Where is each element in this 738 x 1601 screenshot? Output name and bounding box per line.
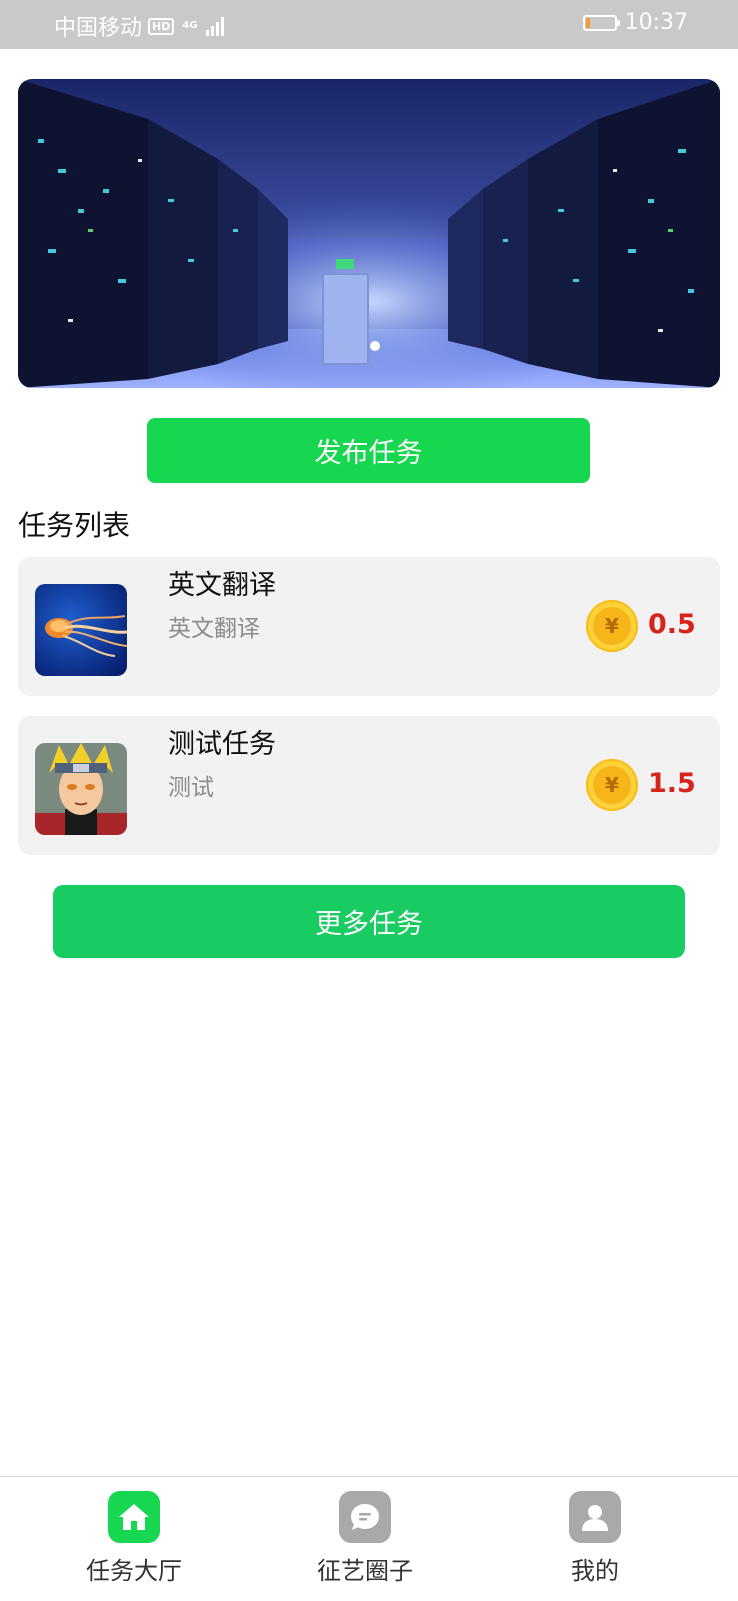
more-tasks-button[interactable]: 更多任务	[53, 885, 685, 958]
banner-carousel[interactable]	[18, 79, 720, 388]
home-icon	[108, 1491, 160, 1543]
tab-label: 任务大厅	[86, 1557, 182, 1585]
task-card[interactable]: 测试任务 测试 ¥ 1.5	[18, 716, 720, 855]
carrier-info: 中国移动 HD 4G	[54, 10, 224, 42]
hd-badge: HD	[148, 17, 175, 35]
task-thumbnail	[35, 584, 127, 676]
task-description: 英文翻译	[168, 616, 260, 642]
carousel-indicator-dot[interactable]	[370, 341, 380, 351]
coin-icon: ¥	[586, 600, 638, 652]
publish-task-button[interactable]: 发布任务	[147, 418, 590, 483]
coin-icon: ¥	[586, 759, 638, 811]
bottom-tab-bar: 任务大厅 征艺圈子 我的	[0, 1476, 738, 1601]
task-reward: 1.5	[648, 768, 696, 799]
carrier-name: 中国移动	[54, 16, 143, 41]
tab-circle[interactable]: 征艺圈子	[265, 1491, 465, 1586]
coin-symbol: ¥	[593, 607, 631, 645]
status-bar: 中国移动 HD 4G 10:37	[0, 0, 738, 49]
tab-label: 征艺圈子	[317, 1557, 413, 1585]
section-title: 任务列表	[18, 509, 131, 542]
task-reward: 0.5	[648, 609, 696, 640]
tab-mine[interactable]: 我的	[495, 1491, 695, 1586]
task-description: 测试	[168, 775, 214, 801]
tab-label: 我的	[571, 1557, 619, 1585]
task-title: 测试任务	[168, 729, 276, 760]
coin-symbol: ¥	[593, 766, 631, 804]
network-type: 4G	[182, 20, 198, 31]
user-icon	[569, 1491, 621, 1543]
task-title: 英文翻译	[168, 570, 276, 601]
battery-icon	[582, 14, 620, 31]
tab-task-hall[interactable]: 任务大厅	[34, 1491, 234, 1586]
anime-character-image	[35, 743, 127, 835]
chat-icon	[339, 1491, 391, 1543]
status-right: 10:37	[582, 10, 688, 35]
banner-image	[18, 79, 720, 388]
task-thumbnail	[35, 743, 127, 835]
jellyfish-image	[35, 584, 127, 676]
task-card[interactable]: 英文翻译 英文翻译 ¥ 0.5	[18, 557, 720, 696]
signal-icon	[205, 16, 224, 36]
clock: 10:37	[624, 10, 688, 35]
